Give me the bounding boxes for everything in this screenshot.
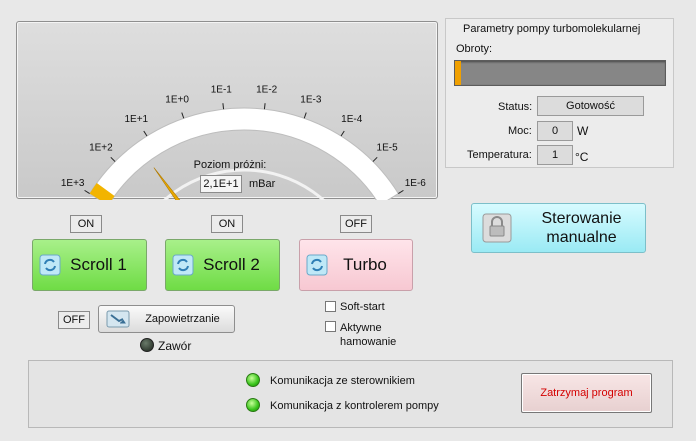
- gauge-tick: [181, 112, 185, 119]
- refresh-icon: [39, 254, 61, 276]
- valve-label: Zawór: [158, 339, 192, 353]
- temperature-value: 1: [537, 145, 573, 165]
- params-title: Parametry pompy turbomolekularnej: [463, 23, 641, 35]
- gauge-tick: [398, 189, 404, 194]
- gauge-caption: Poziom próżni:: [193, 159, 267, 171]
- manual-control-label: Sterowanie manualne: [541, 210, 622, 246]
- gauge-tick: [340, 130, 345, 137]
- vacuum-unit-label: mBar: [249, 178, 276, 190]
- lock-icon: [482, 213, 512, 243]
- gauge-tick: [143, 130, 148, 137]
- vacuum-level-readout: 2,1E+1: [200, 175, 242, 193]
- controller-comm-led: [246, 373, 260, 387]
- gauge-tick: [84, 189, 90, 194]
- venting-state-indicator: OFF: [58, 311, 90, 329]
- scroll1-state-indicator: ON: [70, 215, 102, 233]
- gauge-tick-label: 1E-2: [256, 84, 278, 95]
- gauge-tick: [303, 112, 307, 119]
- gauge-tick: [372, 156, 378, 162]
- refresh-icon: [172, 254, 194, 276]
- gauge-tick-label: 1E-3: [300, 94, 322, 105]
- gauge-tick-label: 1E+3: [61, 178, 85, 189]
- temperature-label: Temperatura:: [467, 149, 532, 161]
- temperature-unit: °C: [575, 150, 589, 164]
- power-value: 0: [537, 121, 573, 141]
- active-braking-checkbox[interactable]: [325, 321, 336, 332]
- gauge-tick: [110, 156, 116, 162]
- gauge-inner-arc: [162, 168, 326, 200]
- controller-comm-label: Komunikacja ze sterownikiem: [270, 375, 415, 387]
- status-value: Gotowość: [537, 96, 644, 116]
- rpm-progress-fill: [455, 61, 462, 85]
- gauge-tick-label: 1E-6: [405, 178, 427, 189]
- stop-program-button[interactable]: Zatrzymaj program: [521, 373, 652, 413]
- scroll2-button[interactable]: Scroll 2: [165, 239, 280, 291]
- scroll1-label: Scroll 1: [70, 255, 127, 274]
- power-label: Moc:: [508, 125, 532, 137]
- scroll2-label: Scroll 2: [203, 255, 260, 274]
- gauge-tick-label: 1E-4: [341, 114, 363, 125]
- manual-control-button[interactable]: Sterowanie manualne: [471, 203, 646, 253]
- scroll1-button[interactable]: Scroll 1: [32, 239, 147, 291]
- active-braking-label: Aktywne hamowanie: [340, 322, 397, 348]
- status-label: Status:: [498, 101, 533, 113]
- gauge-tick-label: 1E-5: [377, 142, 399, 153]
- pump-comm-label: Komunikacja z kontrolerem pompy: [270, 400, 439, 412]
- valve-led: [140, 338, 154, 352]
- soft-start-checkbox[interactable]: [325, 301, 336, 312]
- gauge-tick-label: 1E+0: [165, 94, 189, 105]
- gauge-tick-label: 1E-1: [211, 84, 233, 95]
- refresh-icon: [306, 254, 328, 276]
- vent-icon: [106, 310, 130, 328]
- power-unit: W: [577, 124, 589, 138]
- turbo-state-indicator: OFF: [340, 215, 372, 233]
- turbo-pump-parameters-panel: Parametry pompy turbomolekularnej Obroty…: [445, 18, 674, 168]
- soft-start-label: Soft-start: [340, 301, 385, 313]
- scroll2-state-indicator: ON: [211, 215, 243, 233]
- turbo-label: Turbo: [343, 255, 387, 274]
- gauge-tick-label: 1E+2: [89, 142, 113, 153]
- rpm-progress-bar: [454, 60, 666, 86]
- gauge-tick-label: 1E+1: [124, 114, 148, 125]
- gauge-tick: [222, 103, 225, 110]
- venting-button-label: Zapowietrzanie: [145, 313, 220, 325]
- vacuum-gauge-panel: 1E+3 1E+2 1E+1 1E+0 1E-1 1E-2 1E-3 1E-4 1E-5 1E-6…: [16, 21, 438, 200]
- turbo-button[interactable]: Turbo: [299, 239, 413, 291]
- gauge-tick: [263, 103, 266, 110]
- vacuum-gauge: 1E+3 1E+2 1E+1 1E+0 1E-1 1E-2 1E-3 1E-4 1E-5 1E-6: [61, 84, 427, 200]
- rpm-label: Obroty:: [456, 43, 493, 55]
- venting-button[interactable]: Zapowietrzanie: [98, 305, 235, 333]
- pump-comm-led: [246, 398, 260, 412]
